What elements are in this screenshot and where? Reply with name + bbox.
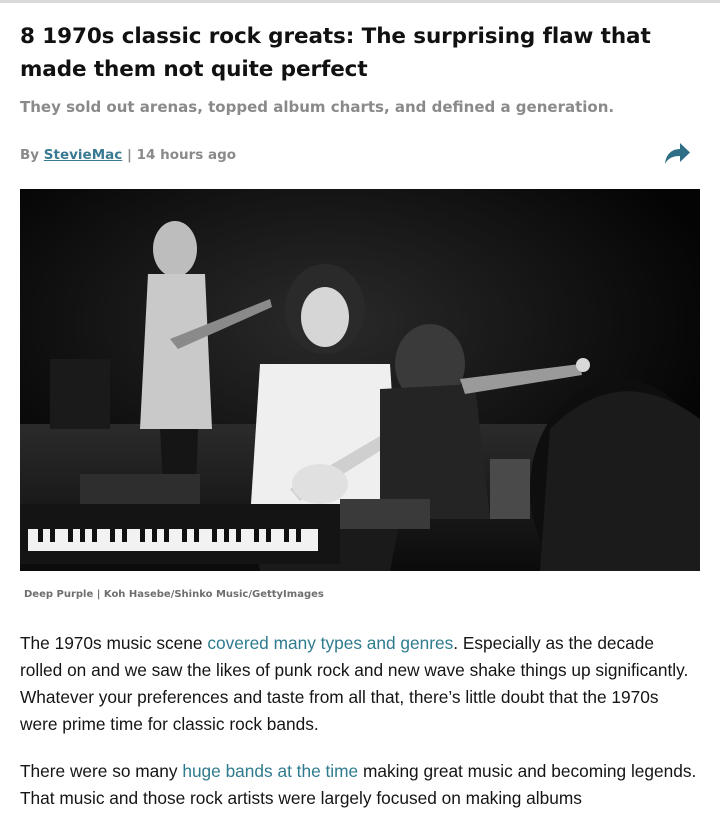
- article-title: 8 1970s classic rock greats: The surpris…: [20, 24, 651, 82]
- inline-link-huge-bands[interactable]: huge bands at the time: [182, 761, 358, 781]
- share-arrow-icon: [665, 143, 690, 164]
- body-paragraph: The 1970s music scene covered many types…: [20, 630, 700, 738]
- byline: By StevieMac | 14 hours ago: [20, 145, 700, 165]
- concert-photo: [20, 189, 700, 571]
- top-divider: [0, 0, 720, 3]
- image-caption: Deep Purple | Koh Hasebe/Shinko Music/Ge…: [24, 589, 324, 600]
- article-subtitle: They sold out arenas, topped album chart…: [20, 98, 615, 116]
- share-button[interactable]: [662, 140, 692, 168]
- byline-separator: |: [122, 147, 137, 163]
- paragraph-text: The 1970s music scene: [20, 633, 208, 653]
- publish-time: 14 hours ago: [136, 147, 237, 163]
- inline-link-genres[interactable]: covered many types and genres: [207, 633, 453, 653]
- paragraph-text: There were so many: [20, 761, 183, 781]
- hero-image: [20, 189, 700, 571]
- byline-prefix: By: [20, 147, 44, 163]
- author-link[interactable]: StevieMac: [44, 147, 122, 163]
- body-paragraph: There were so many huge bands at the tim…: [20, 758, 700, 812]
